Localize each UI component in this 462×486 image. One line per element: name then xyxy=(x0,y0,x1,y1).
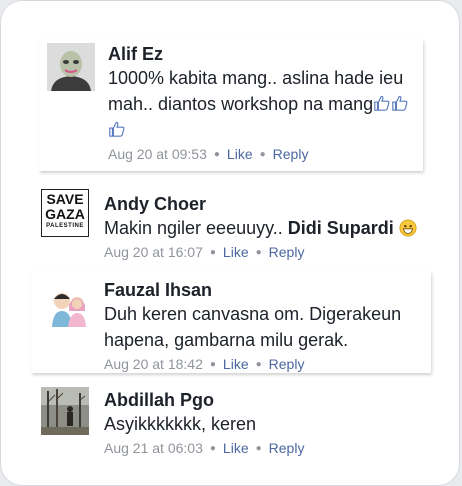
avatar-text-save: SAVE xyxy=(46,191,84,207)
separator-dot: ● xyxy=(209,359,216,370)
comment-item: Abdillah Pgo Asyikkkkkkk, keren Aug 21 a… xyxy=(31,381,431,465)
comment-item: Fauzal Ihsan Duh keren canvasna om. Dige… xyxy=(31,271,431,373)
thumbs-up-icon xyxy=(109,121,125,137)
separator-dot: ● xyxy=(255,247,262,258)
comment-meta: Aug 20 at 18:42 ● Like ● Reply xyxy=(104,355,429,374)
avatar[interactable] xyxy=(47,43,95,91)
comment-text: Duh keren canvasna om. Digerakeun hapena… xyxy=(104,304,402,350)
like-link[interactable]: Like xyxy=(227,146,253,162)
separator-dot: ● xyxy=(209,443,216,454)
grinning-emoji-icon xyxy=(399,219,417,237)
timestamp[interactable]: Aug 20 at 18:42 xyxy=(104,356,203,372)
comments-card: Alif Ez 1000% kabita mang.. aslina hade … xyxy=(0,0,460,486)
timestamp[interactable]: Aug 21 at 06:03 xyxy=(104,440,203,456)
like-link[interactable]: Like xyxy=(223,440,249,456)
comment-meta: Aug 20 at 09:53 ● Like ● Reply xyxy=(108,145,418,164)
like-link[interactable]: Like xyxy=(223,244,249,260)
comment-text: 1000% kabita mang.. aslina hade ieu mah.… xyxy=(108,65,418,143)
forest-photo-avatar-icon xyxy=(41,387,89,435)
separator-dot: ● xyxy=(209,247,216,258)
timestamp[interactable]: Aug 20 at 09:53 xyxy=(108,146,207,162)
reply-link[interactable]: Reply xyxy=(273,146,309,162)
like-link[interactable]: Like xyxy=(223,356,249,372)
commenter-name[interactable]: Alif Ez xyxy=(108,43,418,65)
separator-dot: ● xyxy=(213,149,220,160)
commenter-name[interactable]: Andy Choer xyxy=(104,193,429,215)
comment-item: SAVE GAZA PALESTINE Andy Choer Makin ngi… xyxy=(31,183,431,263)
avatar-text-palestine: PALESTINE xyxy=(46,223,84,229)
mention-link[interactable]: Didi Supardi xyxy=(288,218,394,238)
avatar[interactable]: SAVE GAZA PALESTINE xyxy=(41,189,89,237)
comment-text: Asyikkkkkkk, keren xyxy=(104,414,257,434)
reply-link[interactable]: Reply xyxy=(269,244,305,260)
commenter-name[interactable]: Abdillah Pgo xyxy=(104,389,429,411)
person-masked-avatar-icon xyxy=(47,43,95,91)
comment-text: Makin ngiler eeeuuyy.. Didi Supardi xyxy=(104,215,429,241)
comment-meta: Aug 21 at 06:03 ● Like ● Reply xyxy=(104,439,429,458)
separator-dot: ● xyxy=(255,443,262,454)
commenter-name[interactable]: Fauzal Ihsan xyxy=(104,279,429,301)
comment-meta: Aug 20 at 16:07 ● Like ● Reply xyxy=(104,243,429,262)
cartoon-couple-avatar-icon xyxy=(45,281,93,329)
separator-dot: ● xyxy=(255,359,262,370)
thumbs-up-icon xyxy=(374,95,390,111)
thumbs-up-icon xyxy=(392,95,408,111)
reply-link[interactable]: Reply xyxy=(269,356,305,372)
timestamp[interactable]: Aug 20 at 16:07 xyxy=(104,244,203,260)
reply-link[interactable]: Reply xyxy=(269,440,305,456)
comment-item: Alif Ez 1000% kabita mang.. aslina hade … xyxy=(39,39,423,171)
avatar-text-gaza: GAZA xyxy=(45,206,85,222)
separator-dot: ● xyxy=(259,149,266,160)
avatar[interactable] xyxy=(45,281,93,329)
avatar[interactable] xyxy=(41,387,89,435)
